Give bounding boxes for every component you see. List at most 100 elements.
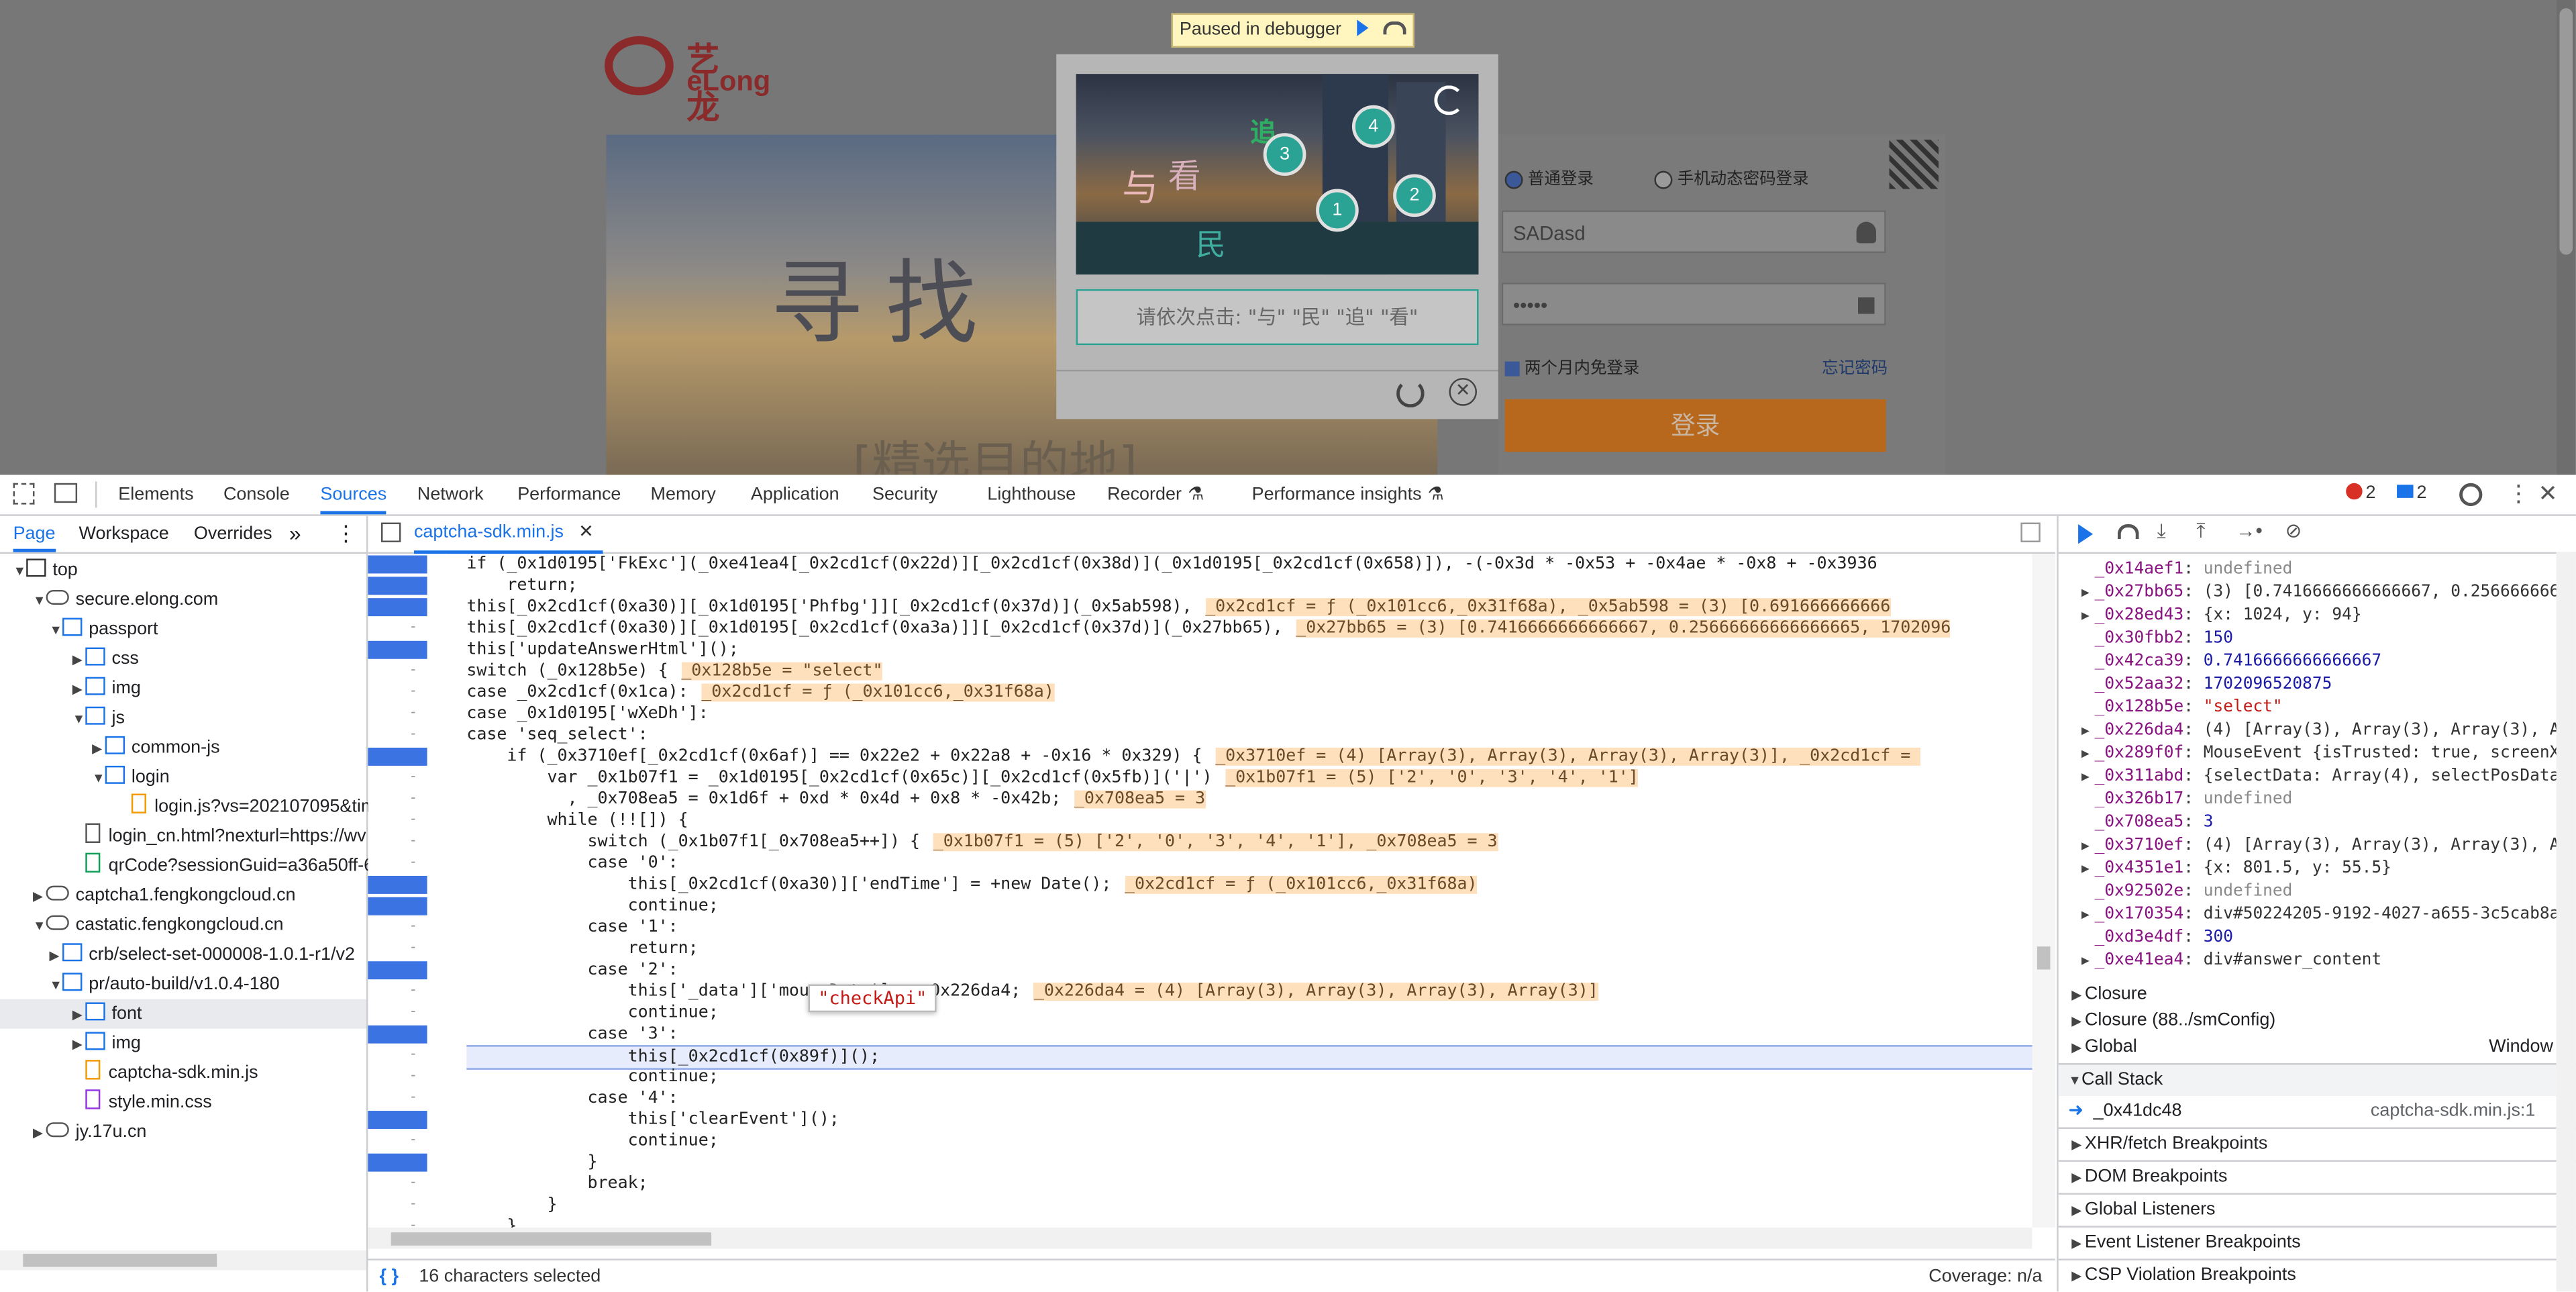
global-scope[interactable]: ▶ Global Window — [2059, 1032, 2576, 1064]
message-counter[interactable]: 2 — [2397, 483, 2426, 503]
line-marker[interactable]: - — [411, 1195, 415, 1211]
close-devtools-icon[interactable]: ✕ — [2538, 480, 2558, 508]
line-marker[interactable]: - — [411, 725, 415, 741]
radio-normal-login[interactable]: 普通登录 — [1504, 164, 1594, 189]
tab-network[interactable]: Network — [417, 475, 484, 515]
scope-variable[interactable]: _0x708ea5: 3 — [2059, 811, 2214, 834]
expanded-arrow-icon[interactable]: ▼ — [13, 557, 27, 587]
collapsed-arrow-icon[interactable]: ▶ — [72, 1030, 86, 1060]
line-marker[interactable]: - — [411, 832, 415, 848]
code-line[interactable]: } — [466, 1216, 517, 1228]
tab-sources[interactable]: Sources — [320, 475, 387, 515]
gear-icon[interactable] — [2459, 483, 2483, 507]
code-line[interactable]: case '2': — [466, 960, 678, 981]
captcha-marker[interactable]: 3 — [1263, 133, 1306, 176]
tab-lighthouse[interactable]: Lighthouse — [987, 475, 1076, 515]
expanded-arrow-icon[interactable]: ▼ — [49, 971, 62, 1001]
tab-console[interactable]: Console — [223, 475, 290, 515]
code-view[interactable]: if (_0x1d0195['FkExc'](_0xe41ea4[_0x2cd1… — [447, 554, 2032, 1228]
breakpoint-marker[interactable] — [368, 1111, 427, 1129]
call-frame[interactable]: ➜ _0x41dc48 captcha-sdk.min.js:1 — [2059, 1096, 2576, 1128]
code-line[interactable]: this[_0x2cd1cf(0xa30)]['endTime'] = +new… — [466, 874, 1478, 895]
login-button[interactable]: 登录 — [1504, 399, 1886, 452]
qr-code-icon[interactable] — [1889, 140, 1939, 189]
scope-variable[interactable]: ▶ _0x4351e1: {x: 801.5, y: 55.5} — [2059, 858, 2391, 881]
collapsed-arrow-icon[interactable]: ▶ — [33, 1119, 46, 1148]
breakpoint-section[interactable]: ▶ DOM Breakpoints — [2058, 1160, 2576, 1193]
code-line[interactable]: switch (_0x128b5e) {_0x128b5e = "select" — [466, 660, 883, 682]
step-icon[interactable]: →• — [2236, 519, 2263, 542]
expand-arrow-icon[interactable]: ▶ — [2081, 605, 2095, 628]
tree-item[interactable]: login_cn.html?nexturl=https://wv — [0, 822, 366, 851]
tab-memory[interactable]: Memory — [651, 475, 716, 515]
captcha-marker[interactable]: 1 — [1316, 189, 1359, 232]
error-counter[interactable]: 2 — [2346, 483, 2376, 503]
tree-item[interactable]: ▼ login — [0, 762, 366, 792]
expand-arrow-icon[interactable]: ▶ — [2081, 743, 2095, 766]
scope-variable[interactable]: ▶ _0x170354: div#50224205-9192-4027-a655-… — [2059, 904, 2559, 927]
navigator-tab-page[interactable]: Page — [13, 516, 56, 552]
reload-icon[interactable] — [1396, 379, 1425, 408]
breakpoint-section[interactable]: ▶ Global Listeners — [2058, 1193, 2576, 1226]
editor-vscrollbar-thumb[interactable] — [2037, 946, 2051, 970]
tab-performance[interactable]: Performance — [517, 475, 621, 515]
code-line[interactable]: case '0': — [466, 853, 678, 875]
scope-variable[interactable]: _0x14aef1: undefined — [2059, 558, 2293, 581]
remember-checkbox[interactable]: 两个月内免登录 — [1504, 353, 1639, 378]
scope-variable[interactable]: ▶ _0x311abd: {selectData: Array(4), selec… — [2059, 766, 2559, 789]
tree-item[interactable]: login.js?vs=202107095&tim — [0, 792, 376, 822]
expand-arrow-icon[interactable]: ▶ — [2081, 582, 2095, 605]
expanded-arrow-icon[interactable]: ▼ — [92, 764, 105, 793]
expand-arrow-icon[interactable]: ▶ — [2081, 858, 2095, 881]
breakpoint-marker[interactable] — [368, 961, 427, 980]
collapsed-arrow-icon[interactable]: ▶ — [49, 942, 62, 971]
code-line[interactable]: if (_0x1d0195['FkExc'](_0xe41ea4[_0x2cd1… — [466, 554, 1877, 575]
breakpoint-marker[interactable] — [368, 640, 427, 659]
scope-variable[interactable]: _0x52aa32: 1702096520875 — [2059, 674, 2332, 697]
breakpoint-marker[interactable] — [368, 555, 427, 574]
navigator-tab-workspace[interactable]: Workspace — [79, 516, 169, 552]
collapsed-arrow-icon[interactable]: ▶ — [72, 646, 86, 675]
code-line[interactable]: , _0x708ea5 = 0x1d6f + 0xd * 0x4d + 0x8 … — [466, 789, 1206, 810]
code-line[interactable]: break; — [466, 1173, 648, 1195]
scope-variable[interactable]: ▶ _0x289f0f: MouseEvent {isTrusted: true,… — [2059, 743, 2559, 766]
tree-item[interactable]: ▼ pr/auto-build/v1.0.4-180 — [0, 969, 366, 999]
code-line[interactable]: case 'seq_select': — [466, 725, 648, 746]
code-line[interactable]: continue; — [466, 1066, 719, 1088]
code-line[interactable]: continue; — [466, 1002, 719, 1024]
code-line[interactable]: continue; — [466, 895, 719, 917]
line-marker[interactable]: - — [411, 703, 415, 719]
tree-item[interactable]: ▶ img — [0, 1029, 366, 1058]
more-tabs-icon[interactable]: » — [289, 516, 301, 552]
expand-arrow-icon[interactable]: ▶ — [2081, 950, 2095, 973]
code-line[interactable]: while (!![]) { — [466, 810, 688, 832]
refresh-icon[interactable] — [1434, 85, 1464, 115]
scope-variable[interactable]: ▶ _0x3710ef: (4) [Array(3), Array(3), Arr… — [2059, 835, 2559, 858]
collapsed-arrow-icon[interactable]: ▶ — [72, 1001, 86, 1030]
navigator-menu-icon[interactable]: ⋮ — [335, 516, 356, 552]
code-line[interactable]: return; — [466, 575, 577, 597]
tab-performance-insights[interactable]: Performance insights — [1252, 475, 1422, 515]
step-out-icon[interactable]: ⤒ — [2196, 519, 2205, 544]
scope-variable[interactable]: _0x42ca39: 0.7416666666666667 — [2059, 651, 2381, 674]
line-marker[interactable]: - — [411, 853, 415, 869]
line-marker[interactable]: - — [411, 767, 415, 783]
line-marker[interactable]: - — [411, 1130, 415, 1146]
scope-variable[interactable]: _0x30fbb2: 150 — [2059, 628, 2233, 650]
navigator-tab-overrides[interactable]: Overrides — [194, 516, 272, 552]
code-line[interactable]: } — [466, 1152, 597, 1173]
scope-variable[interactable]: ▶ _0x27bb65: (3) [0.7416666666666667, 0.2… — [2059, 582, 2569, 605]
password-input[interactable]: ••••• — [1501, 283, 1886, 326]
code-line[interactable]: this['_data']['mouseData'] = _0x226da4; _… — [466, 981, 1598, 1003]
expand-arrow-icon[interactable]: ▶ — [2081, 766, 2095, 789]
tree-item[interactable]: captcha-sdk.min.js — [0, 1058, 366, 1088]
step-over-icon[interactable] — [1382, 21, 1406, 35]
open-file-tab[interactable]: captcha-sdk.min.js ✕ — [413, 516, 604, 554]
code-line[interactable]: case '4': — [466, 1088, 678, 1109]
collapsed-arrow-icon[interactable]: ▶ — [92, 734, 105, 764]
line-marker[interactable]: - — [411, 660, 415, 677]
tree-item[interactable]: ▶ img — [0, 674, 366, 703]
tab-recorder[interactable]: Recorder — [1107, 475, 1182, 515]
line-gutter[interactable]: --------------------- — [368, 554, 447, 1232]
resume-icon[interactable] — [2078, 524, 2094, 544]
